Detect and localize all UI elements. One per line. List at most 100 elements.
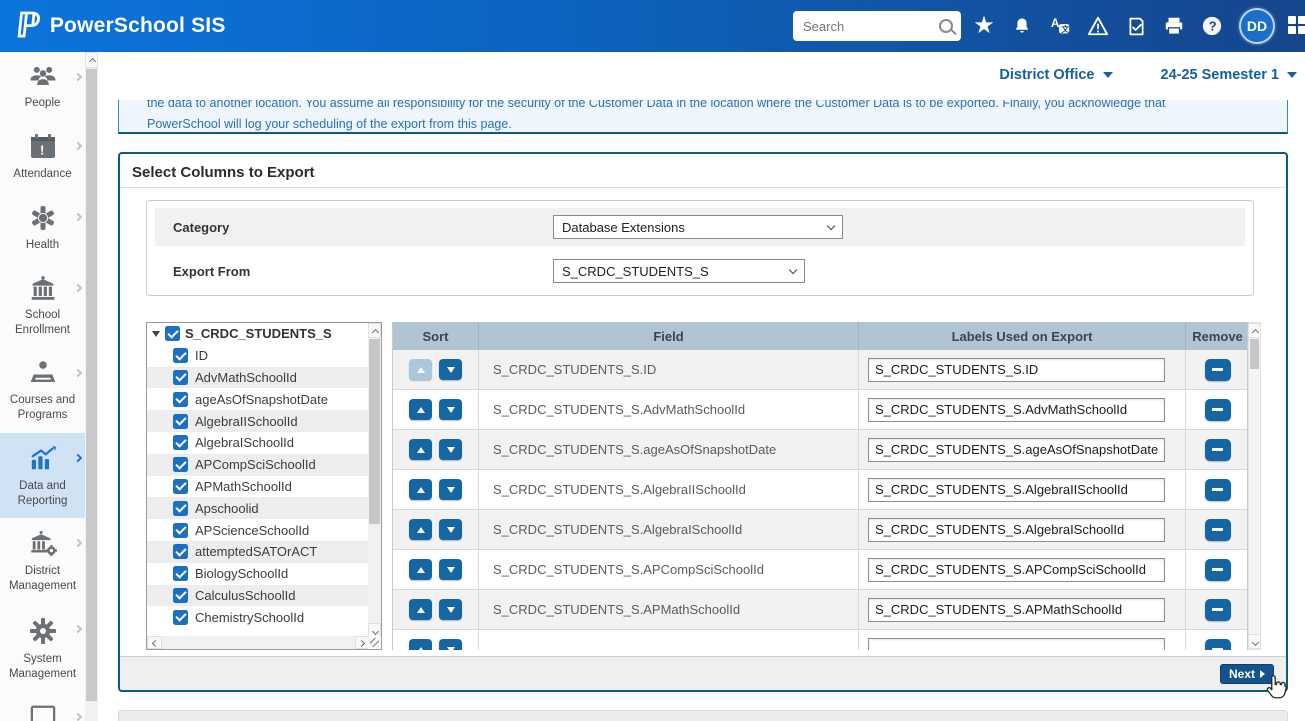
sidebar-scrollbar[interactable]	[85, 52, 98, 721]
scroll-down-icon[interactable]	[1248, 634, 1261, 649]
export-label-input[interactable]	[868, 518, 1165, 542]
remove-button[interactable]	[1205, 639, 1231, 651]
sort-down-button[interactable]	[439, 359, 462, 380]
remove-button[interactable]	[1205, 479, 1231, 501]
checkbox-checked-icon[interactable]	[173, 348, 188, 363]
sidebar-item-system-management[interactable]: System Management	[0, 604, 85, 692]
export-label-input[interactable]	[868, 598, 1165, 622]
tree-field-item[interactable]: AlgebraISchoolId	[147, 432, 368, 454]
report-check-icon[interactable]	[1124, 14, 1148, 38]
category-select[interactable]: Database Extensions	[553, 215, 843, 239]
tree-field-item[interactable]: AlgebraIISchoolId	[147, 410, 368, 432]
export-label-input[interactable]	[868, 558, 1165, 582]
tree-field-item[interactable]: Apschoolid	[147, 497, 368, 519]
next-button[interactable]: Next	[1220, 664, 1274, 684]
tree-field-item[interactable]: attemptedSATOrACT	[147, 541, 368, 563]
sidebar-item-courses-and-programs[interactable]: Courses and Programs	[0, 348, 85, 433]
checkbox-checked-icon[interactable]	[173, 370, 188, 385]
sort-up-button[interactable]	[409, 359, 432, 380]
export-label-input[interactable]	[868, 638, 1165, 651]
export-label-input[interactable]	[868, 438, 1165, 462]
checkbox-checked-icon[interactable]	[173, 566, 188, 581]
apps-grid-icon[interactable]	[1288, 16, 1305, 36]
school-selector[interactable]: District Office	[999, 67, 1112, 83]
tree-field-item[interactable]: APMathSchoolId	[147, 476, 368, 498]
sidebar-item-school-enrollment[interactable]: School Enrollment	[0, 263, 85, 348]
checkbox-checked-icon[interactable]	[173, 435, 188, 450]
tree-field-item[interactable]: APScienceSchoolId	[147, 519, 368, 541]
tree-vertical-scrollbar[interactable]	[368, 323, 381, 638]
remove-button[interactable]	[1205, 399, 1231, 421]
remove-button[interactable]	[1205, 439, 1231, 461]
tree-root[interactable]: S_CRDC_STUDENTS_S	[147, 323, 368, 345]
remove-button[interactable]	[1205, 559, 1231, 581]
sort-down-button[interactable]	[439, 599, 462, 620]
sort-up-button[interactable]	[409, 519, 432, 540]
checkbox-checked-icon[interactable]	[173, 479, 188, 494]
checkbox-checked-icon[interactable]	[173, 610, 188, 625]
remove-button[interactable]	[1205, 599, 1231, 621]
table-vertical-scrollbar[interactable]	[1248, 322, 1261, 650]
term-selector[interactable]: 24-25 Semester 1	[1161, 67, 1298, 83]
scrollbar-thumb[interactable]	[369, 339, 380, 524]
checkbox-checked-icon[interactable]	[165, 326, 180, 341]
scrollbar-thumb[interactable]	[86, 69, 97, 701]
checkbox-checked-icon[interactable]	[173, 544, 188, 559]
tree-field-item[interactable]: AdvMathSchoolId	[147, 367, 368, 389]
scroll-up-icon[interactable]	[85, 52, 98, 68]
translate-icon[interactable]: A文	[1048, 14, 1072, 38]
remove-button[interactable]	[1205, 359, 1231, 381]
sidebar-item-health[interactable]: Health	[0, 192, 85, 263]
alert-warning-icon[interactable]	[1086, 14, 1110, 38]
checkbox-checked-icon[interactable]	[173, 588, 188, 603]
sidebar-item-data-and-reporting[interactable]: Data and Reporting	[0, 433, 85, 519]
powerschool-logo[interactable]: ℙ PowerSchool SIS	[16, 9, 226, 43]
tree-collapse-icon[interactable]	[152, 331, 160, 337]
sidebar-item-system-settings[interactable]	[0, 692, 85, 721]
resize-grip[interactable]	[368, 636, 381, 649]
export-label-input[interactable]	[868, 478, 1165, 502]
notifications-bell-icon[interactable]	[1010, 14, 1034, 38]
sort-up-button[interactable]	[409, 639, 432, 650]
checkbox-checked-icon[interactable]	[173, 457, 188, 472]
sidebar-item-people[interactable]: People	[0, 52, 85, 121]
sort-up-button[interactable]	[409, 479, 432, 500]
scrollbar-thumb[interactable]	[1250, 339, 1259, 369]
export-from-select[interactable]: S_CRDC_STUDENTS_S	[553, 259, 805, 283]
checkbox-checked-icon[interactable]	[173, 523, 188, 538]
user-avatar[interactable]: DD	[1239, 8, 1275, 44]
tree-field-item[interactable]: APCompSciSchoolId	[147, 454, 368, 476]
sort-down-button[interactable]	[439, 399, 462, 420]
checkbox-checked-icon[interactable]	[173, 414, 188, 429]
export-label-input[interactable]	[868, 358, 1165, 382]
tree-field-item[interactable]: CalculusSchoolId	[147, 585, 368, 607]
tree-field-item[interactable]: BiologySchoolId	[147, 563, 368, 585]
sort-up-button[interactable]	[409, 559, 432, 580]
checkbox-checked-icon[interactable]	[173, 501, 188, 516]
sort-up-button[interactable]	[409, 599, 432, 620]
sort-down-button[interactable]	[439, 439, 462, 460]
favorites-star-icon[interactable]: ★	[972, 14, 996, 38]
tree-field-item[interactable]: ChemistrySchoolId	[147, 606, 368, 628]
search-icon[interactable]	[939, 19, 953, 33]
scroll-up-icon[interactable]	[1248, 323, 1261, 338]
checkbox-checked-icon[interactable]	[173, 392, 188, 407]
sort-up-button[interactable]	[409, 399, 432, 420]
export-label-input[interactable]	[868, 398, 1165, 422]
search-input[interactable]	[803, 19, 939, 34]
sort-down-button[interactable]	[439, 479, 462, 500]
scroll-up-icon[interactable]	[368, 323, 381, 338]
tree-field-item[interactable]: ageAsOfSnapshotDate	[147, 388, 368, 410]
sort-down-button[interactable]	[439, 519, 462, 540]
remove-button[interactable]	[1205, 519, 1231, 541]
sidebar-item-district-management[interactable]: District Management	[0, 518, 85, 604]
sort-down-button[interactable]	[439, 559, 462, 580]
global-search[interactable]	[793, 11, 961, 41]
sort-down-button[interactable]	[439, 639, 462, 650]
help-icon[interactable]: ?	[1200, 14, 1224, 38]
tree-horizontal-scrollbar[interactable]	[147, 636, 370, 649]
sidebar-item-attendance[interactable]: ! Attendance	[0, 121, 85, 192]
sort-up-button[interactable]	[409, 439, 432, 460]
print-icon[interactable]	[1162, 14, 1186, 38]
tree-field-item[interactable]: ID	[147, 345, 368, 367]
